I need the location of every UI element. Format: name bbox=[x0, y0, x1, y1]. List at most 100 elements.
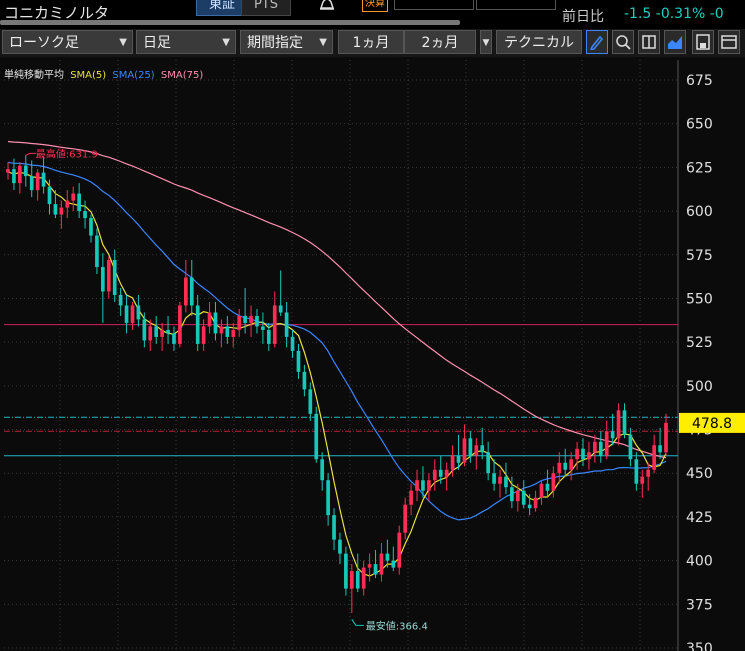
candle-body bbox=[178, 305, 182, 344]
candle-body bbox=[59, 207, 64, 215]
candle-body bbox=[272, 305, 277, 344]
current-price-label: 478.8 bbox=[692, 416, 732, 432]
candle-body bbox=[284, 312, 289, 337]
area-chart-icon[interactable] bbox=[664, 30, 686, 54]
candle-body bbox=[474, 445, 479, 456]
range-more-dropdown[interactable]: ▼ bbox=[480, 30, 492, 54]
candle-body bbox=[634, 459, 639, 484]
earnings-badge[interactable]: 決算 bbox=[362, 0, 388, 12]
candle-body bbox=[658, 445, 662, 453]
candle-body bbox=[184, 277, 188, 306]
y-tick-label: 500 bbox=[686, 379, 713, 395]
candle-body bbox=[604, 431, 609, 456]
range-2m-button[interactable]: 2ヵ月 bbox=[404, 30, 476, 54]
y-tick-label: 425 bbox=[686, 510, 713, 526]
candle-body bbox=[355, 571, 360, 589]
candle-body bbox=[409, 490, 413, 505]
candle-body bbox=[486, 452, 490, 474]
y-tick-label: 450 bbox=[686, 466, 713, 482]
current-price-box bbox=[679, 412, 745, 433]
candle-body bbox=[29, 176, 34, 191]
candle-body bbox=[213, 312, 218, 334]
candle-body bbox=[189, 277, 194, 306]
header-field-1 bbox=[394, 0, 474, 10]
candle-body bbox=[308, 389, 313, 414]
horizontal-scrollbar[interactable] bbox=[0, 20, 460, 25]
legend-sma25: SMA(25) bbox=[112, 70, 155, 81]
candle-body bbox=[539, 483, 544, 498]
candle-body bbox=[545, 483, 550, 491]
header-field-2 bbox=[476, 0, 556, 10]
candle-body bbox=[664, 422, 668, 453]
window-icon[interactable] bbox=[718, 30, 740, 54]
candle-body bbox=[290, 336, 295, 351]
candle-body bbox=[130, 305, 135, 323]
range-1m-button[interactable]: 1ヵ月 bbox=[338, 30, 404, 54]
candle-body bbox=[456, 455, 461, 463]
candle-body bbox=[326, 480, 330, 516]
top-header: コニカミノルタ 東証 PTS 決算 前日比 -1.5 -0.31% -0 bbox=[0, 0, 745, 30]
candle-body bbox=[510, 487, 514, 502]
y-tick-label: 350 bbox=[686, 641, 713, 651]
y-tick-label: 475 bbox=[686, 423, 713, 439]
candle-body bbox=[195, 305, 200, 344]
candle-body bbox=[344, 553, 348, 589]
legend-sma75: SMA(75) bbox=[160, 70, 204, 81]
market-tab-pts[interactable]: PTS bbox=[241, 0, 291, 16]
candle-body bbox=[83, 211, 87, 219]
candle-body bbox=[95, 235, 99, 268]
candle-body bbox=[610, 431, 615, 439]
candle-body bbox=[379, 553, 384, 575]
low-label: 最安値:366.4 bbox=[366, 619, 428, 632]
candle-body bbox=[89, 218, 93, 236]
interval-label: 日足 bbox=[143, 35, 171, 51]
candle-body bbox=[527, 504, 532, 509]
candle-body bbox=[622, 410, 627, 435]
price-chart[interactable]: 350 375 400 425 450 475 500 525 550 575 600 625 650 6… bbox=[0, 0, 745, 651]
y-tick-label: 550 bbox=[686, 291, 713, 307]
technical-button[interactable]: テクニカル bbox=[496, 30, 582, 54]
prev-day-value: -1.5 -0.31% -0 bbox=[624, 6, 724, 22]
candle-body bbox=[243, 315, 247, 323]
save-icon[interactable] bbox=[692, 30, 714, 54]
candle-body bbox=[207, 312, 212, 327]
candle-body bbox=[361, 567, 366, 589]
high-marker bbox=[25, 152, 36, 156]
candle-body bbox=[515, 490, 520, 502]
y-tick-label: 675 bbox=[686, 73, 713, 89]
volume-icon[interactable] bbox=[638, 30, 660, 54]
candle-body bbox=[640, 476, 645, 484]
zoom-icon[interactable] bbox=[612, 30, 634, 54]
pen-icon[interactable] bbox=[586, 30, 608, 54]
y-tick-label: 625 bbox=[686, 160, 713, 176]
candle-body bbox=[652, 445, 656, 470]
candle-body bbox=[53, 204, 58, 215]
candle-body bbox=[391, 560, 396, 568]
candle-body bbox=[136, 305, 141, 320]
candle-body bbox=[166, 329, 170, 334]
prev-day-label: 前日比 bbox=[562, 9, 604, 25]
candle-body bbox=[172, 333, 176, 344]
candle-body bbox=[77, 193, 81, 212]
candle-body bbox=[332, 515, 336, 540]
candle-body bbox=[581, 448, 585, 460]
candle-body bbox=[415, 480, 419, 491]
bell-icon[interactable] bbox=[316, 0, 338, 14]
interval-dropdown[interactable]: 日足 ▼ bbox=[136, 30, 236, 54]
candle-body bbox=[35, 172, 40, 191]
chart-style-dropdown[interactable]: ローソク足 ▼ bbox=[2, 30, 133, 54]
candle-body bbox=[646, 469, 651, 477]
chart-style-label: ローソク足 bbox=[9, 35, 79, 51]
chevron-down-icon: ▼ bbox=[222, 37, 230, 48]
candle-body bbox=[338, 539, 342, 554]
candle-body bbox=[468, 438, 473, 456]
candle-body bbox=[438, 469, 443, 477]
candle-body bbox=[148, 326, 153, 341]
sma75-line bbox=[7, 140, 667, 459]
period-dropdown[interactable]: 期間指定 ▼ bbox=[240, 30, 333, 54]
candle-body bbox=[373, 564, 378, 575]
candle-body bbox=[314, 413, 319, 460]
sma5-line bbox=[7, 171, 667, 577]
chart-legend: 単純移動平均 SMA(5) SMA(25) SMA(75) bbox=[4, 66, 206, 81]
candle-body bbox=[18, 165, 22, 184]
